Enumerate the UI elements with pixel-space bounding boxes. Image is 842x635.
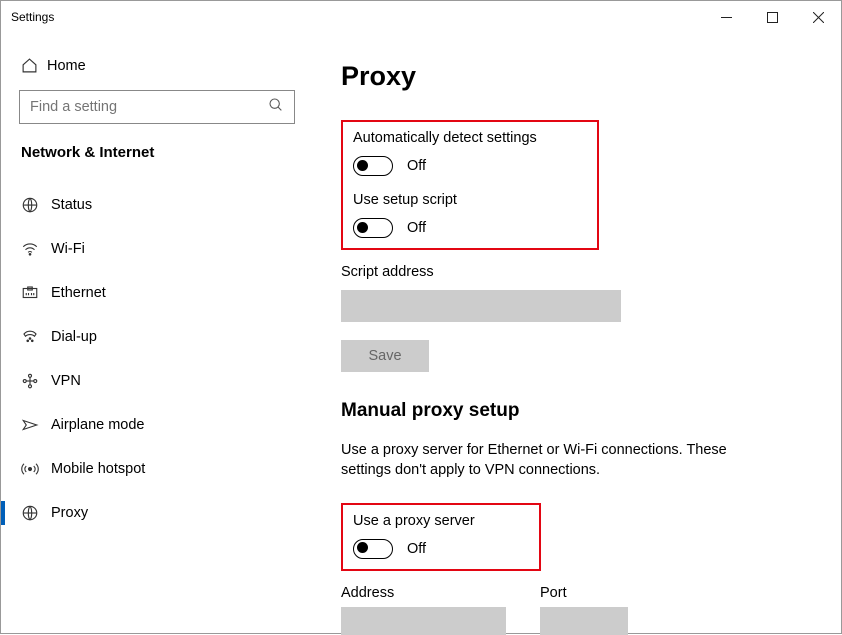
sidebar-item-label: Wi-Fi: [51, 241, 85, 257]
window-title: Settings: [11, 10, 54, 24]
sidebar-item-vpn[interactable]: VPN: [1, 359, 313, 403]
search-input[interactable]: [30, 99, 268, 115]
hotspot-icon: [21, 460, 51, 478]
highlight-auto-settings: Automatically detect settings Off Use se…: [341, 120, 599, 250]
auto-detect-toggle[interactable]: [353, 156, 393, 176]
wifi-icon: [21, 240, 51, 258]
port-label: Port: [540, 585, 628, 601]
sidebar-item-label: Mobile hotspot: [51, 461, 145, 477]
sidebar-section-header: Network & Internet: [1, 144, 313, 183]
content-area: Proxy Automatically detect settings Off …: [313, 33, 841, 635]
sidebar-item-status[interactable]: Status: [1, 183, 313, 227]
sidebar-item-hotspot[interactable]: Mobile hotspot: [1, 447, 313, 491]
sidebar-item-ethernet[interactable]: Ethernet: [1, 271, 313, 315]
setup-script-label: Use setup script: [353, 192, 537, 208]
sidebar-item-label: Airplane mode: [51, 417, 145, 433]
setup-script-state: Off: [407, 220, 426, 236]
search-icon: [268, 97, 284, 118]
sidebar-item-label: Proxy: [51, 505, 88, 521]
dialup-icon: [21, 328, 51, 346]
script-address-label: Script address: [341, 264, 813, 280]
save-button: Save: [341, 340, 429, 372]
sidebar-item-label: Dial-up: [51, 329, 97, 345]
titlebar: Settings: [1, 1, 841, 33]
use-proxy-state: Off: [407, 541, 426, 557]
window-controls: [703, 1, 841, 33]
proxy-icon: [21, 504, 51, 522]
page-title: Proxy: [341, 61, 813, 92]
ethernet-icon: [21, 284, 51, 302]
close-button[interactable]: [795, 1, 841, 33]
use-proxy-label: Use a proxy server: [353, 513, 509, 529]
sidebar-item-wifi[interactable]: Wi-Fi: [1, 227, 313, 271]
manual-setup-description: Use a proxy server for Ethernet or Wi-Fi…: [341, 440, 771, 481]
sidebar-item-label: VPN: [51, 373, 81, 389]
home-icon: [21, 57, 47, 74]
sidebar-item-airplane[interactable]: Airplane mode: [1, 403, 313, 447]
home-link[interactable]: Home: [1, 41, 313, 90]
port-input: [540, 607, 628, 635]
address-label: Address: [341, 585, 518, 601]
sidebar-item-label: Status: [51, 197, 92, 213]
script-address-input: [341, 290, 621, 322]
highlight-use-proxy: Use a proxy server Off: [341, 503, 541, 571]
sidebar-item-proxy[interactable]: Proxy: [1, 491, 313, 535]
home-label: Home: [47, 58, 86, 74]
use-proxy-toggle[interactable]: [353, 539, 393, 559]
status-icon: [21, 196, 51, 214]
auto-detect-state: Off: [407, 158, 426, 174]
sidebar-item-label: Ethernet: [51, 285, 106, 301]
sidebar: Home Network & Internet Status Wi-Fi: [1, 33, 313, 635]
manual-setup-header: Manual proxy setup: [341, 400, 813, 422]
search-box[interactable]: [19, 90, 295, 124]
address-input: [341, 607, 506, 635]
setup-script-toggle[interactable]: [353, 218, 393, 238]
auto-detect-label: Automatically detect settings: [353, 130, 537, 146]
airplane-icon: [21, 416, 51, 434]
maximize-button[interactable]: [749, 1, 795, 33]
minimize-button[interactable]: [703, 1, 749, 33]
sidebar-item-dialup[interactable]: Dial-up: [1, 315, 313, 359]
vpn-icon: [21, 372, 51, 390]
